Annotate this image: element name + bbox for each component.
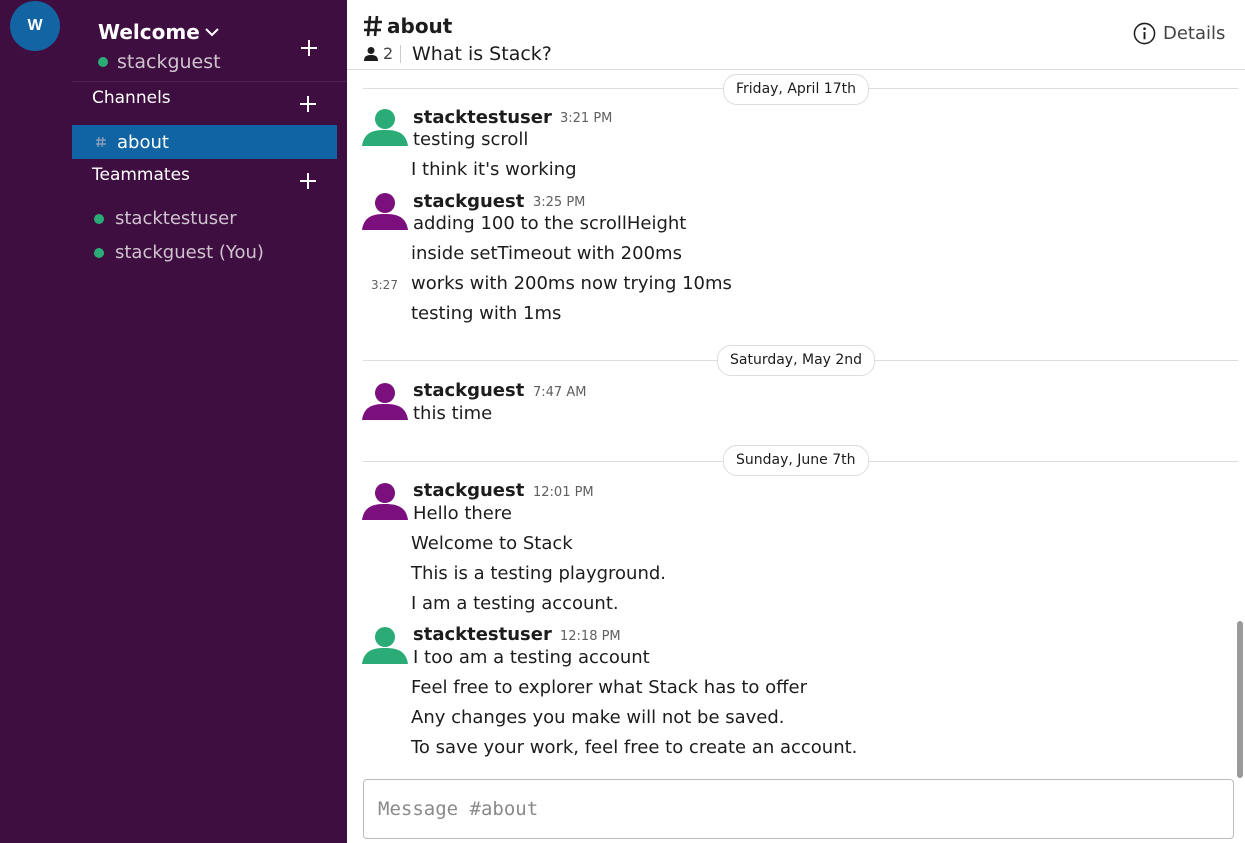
channel-title: about — [363, 14, 452, 38]
message-timestamp[interactable]: 12:01 PM — [533, 485, 594, 500]
hover-timestamp[interactable]: 3:27 — [371, 278, 398, 292]
online-status-icon — [94, 247, 104, 258]
message-text: I think it's working — [411, 159, 577, 180]
hash-icon — [96, 136, 106, 148]
message-text: adding 100 to the scrollHeight — [413, 213, 687, 234]
message-author[interactable]: stacktestuser — [413, 107, 552, 128]
message-text: To save your work, feel free to create a… — [411, 737, 858, 758]
hash-icon — [364, 15, 382, 37]
message-timestamp[interactable]: 3:25 PM — [533, 195, 585, 210]
member-count: 2 — [383, 44, 394, 63]
message-text: testing with 1ms — [411, 303, 562, 324]
message-text: I too am a testing account — [413, 647, 650, 668]
header-divider — [400, 45, 401, 63]
channels-heading[interactable]: Channels — [92, 88, 171, 108]
add-teammate-button[interactable] — [299, 172, 317, 190]
info-icon — [1133, 22, 1156, 45]
message-author[interactable]: stackguest — [413, 191, 524, 212]
team-menu[interactable]: Welcome — [98, 20, 220, 44]
day-label[interactable]: Friday, April 17th — [723, 74, 869, 105]
team-name: Welcome — [98, 20, 200, 44]
chevron-down-icon — [205, 28, 219, 37]
details-button[interactable]: Details — [1133, 22, 1225, 45]
message-text: This is a testing playground. — [411, 563, 666, 584]
main-panel: about 2 What is Stack? Details Friday, A… — [347, 0, 1245, 843]
current-user-status: stackguest — [98, 51, 221, 73]
sidebar-item-about[interactable]: about — [72, 125, 337, 159]
avatar-icon — [362, 383, 408, 420]
add-channel-button[interactable] — [299, 95, 317, 113]
message-timestamp[interactable]: 3:21 PM — [560, 111, 612, 126]
channel-name: about — [387, 14, 453, 38]
avatar-icon — [362, 627, 408, 664]
day-label[interactable]: Sunday, June 7th — [723, 445, 869, 476]
sidebar-item-label: stacktestuser — [115, 208, 237, 229]
day-label[interactable]: Saturday, May 2nd — [717, 345, 876, 376]
channel-header: about 2 What is Stack? Details — [347, 0, 1245, 70]
message-text: Any changes you make will not be saved. — [411, 707, 785, 728]
channel-topic: What is Stack? — [412, 43, 552, 65]
member-count-button[interactable]: 2 — [363, 44, 393, 63]
person-icon — [364, 46, 378, 61]
message-text: Welcome to Stack — [411, 533, 573, 554]
message-timestamp[interactable]: 7:47 AM — [533, 385, 586, 400]
avatar-icon — [362, 193, 408, 230]
online-status-icon — [94, 213, 104, 224]
message-text: this time — [413, 403, 493, 424]
message-text: I am a testing account. — [411, 593, 619, 614]
details-label: Details — [1163, 23, 1226, 44]
avatar-icon — [362, 109, 408, 146]
sidebar-item-label: stackguest (You) — [115, 242, 264, 263]
message-text: Feel free to explorer what Stack has to … — [411, 677, 808, 698]
message-text: inside setTimeout with 200ms — [411, 243, 682, 264]
workspace-button[interactable]: W — [10, 1, 60, 51]
online-status-icon — [98, 57, 108, 67]
current-user-name: stackguest — [117, 51, 221, 73]
avatar-icon — [362, 483, 408, 520]
message-author[interactable]: stackguest — [413, 480, 524, 501]
message-text: testing scroll — [413, 129, 529, 150]
message-text: works with 200ms now trying 10ms — [411, 273, 732, 294]
sidebar-item-label: about — [117, 131, 169, 153]
add-team-button[interactable] — [300, 39, 318, 57]
message-text: Hello there — [413, 503, 512, 524]
channel-sidebar: Welcome stackguest Channels about Teamma… — [72, 0, 347, 843]
message-list: Friday, April 17th stacktestuser 3:21 PM… — [347, 70, 1245, 770]
sidebar-item-stacktestuser[interactable]: stacktestuser — [94, 208, 237, 229]
teammates-heading[interactable]: Teammates — [92, 165, 190, 185]
message-author[interactable]: stacktestuser — [413, 624, 552, 645]
message-timestamp[interactable]: 12:18 PM — [560, 629, 621, 644]
message-input[interactable] — [363, 779, 1234, 839]
workspace-rail: W — [0, 0, 72, 843]
message-scrollbar[interactable] — [1237, 621, 1243, 778]
sidebar-item-stackguest[interactable]: stackguest (You) — [94, 242, 264, 263]
message-author[interactable]: stackguest — [413, 380, 524, 401]
sidebar-divider — [72, 81, 347, 82]
